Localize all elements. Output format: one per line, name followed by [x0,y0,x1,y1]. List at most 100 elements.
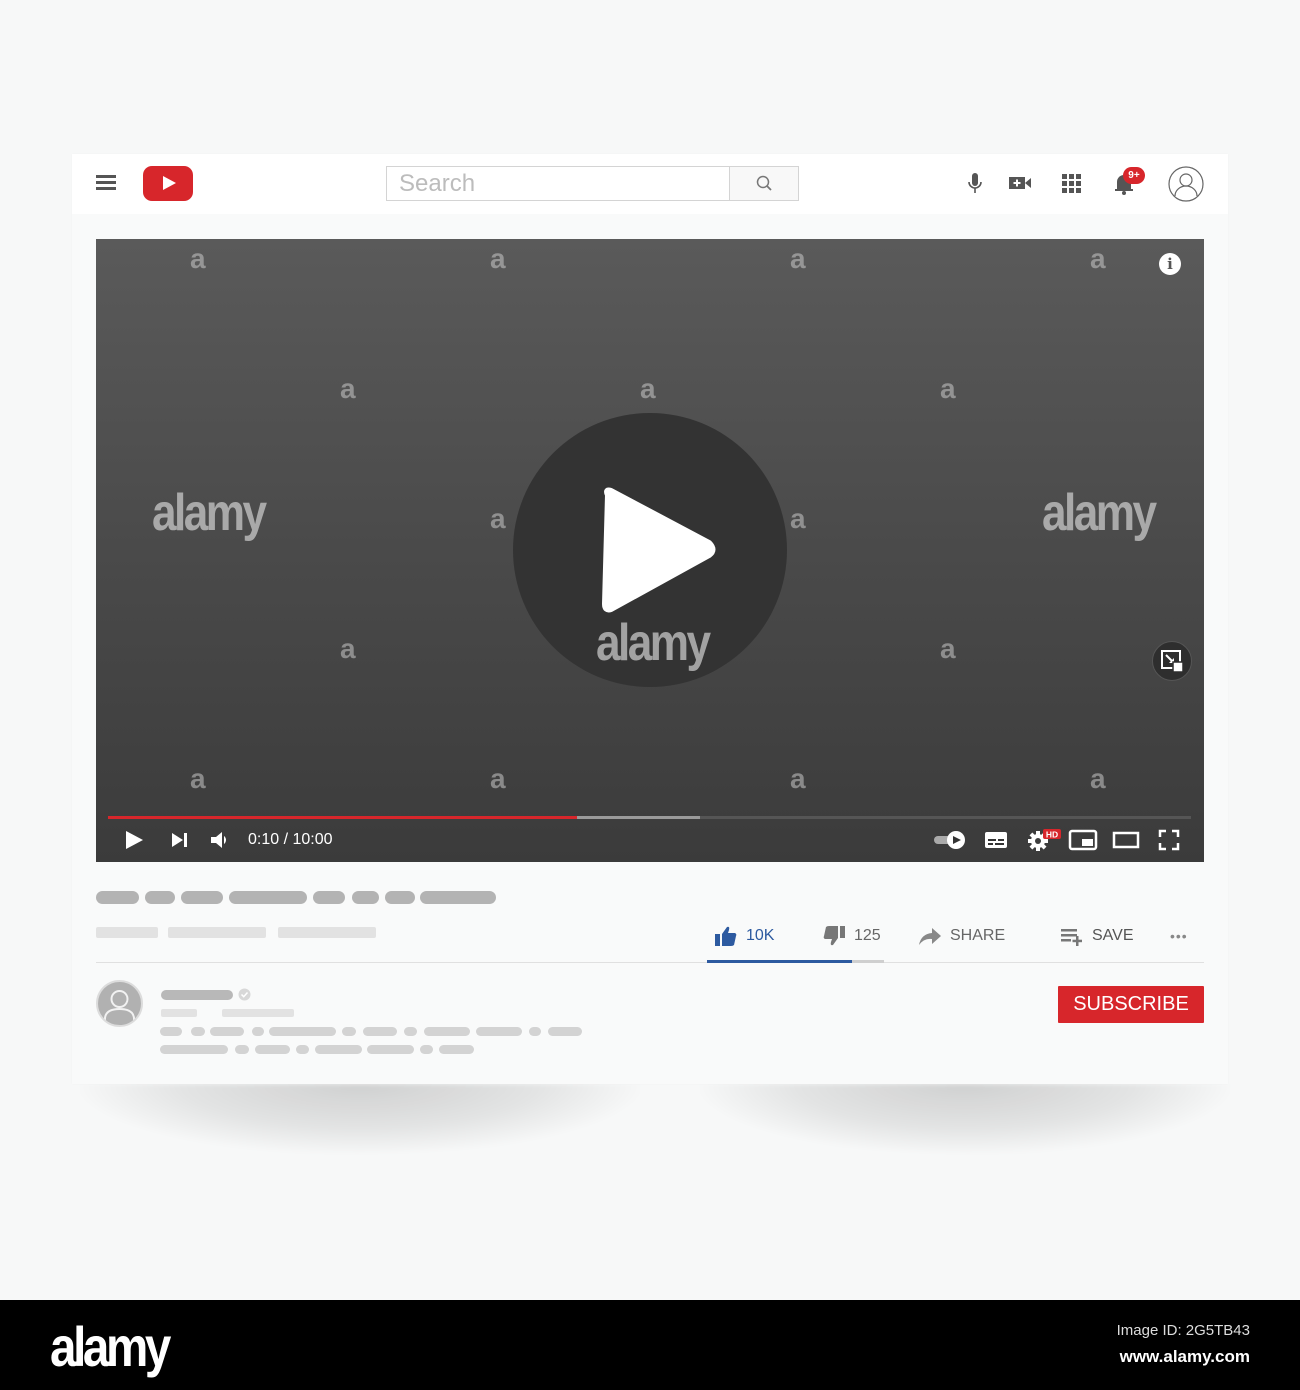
like-count: 10K [746,927,775,944]
watermark-glyph: a [490,503,506,534]
volume-icon[interactable] [208,828,232,852]
progress-played [108,816,577,819]
description-skeleton [191,1027,205,1036]
thumbs-down-icon [823,926,845,946]
subscriber-count-skeleton [161,1009,197,1017]
watermark-glyph: a [940,373,956,404]
subscriber-count-skeleton [222,1009,294,1017]
next-icon[interactable] [168,828,192,852]
title-skeleton [352,891,379,904]
miniplayer-icon[interactable] [1068,828,1098,852]
share-button[interactable]: SHARE [918,924,1005,948]
user-icon [104,990,135,1025]
title-skeleton [313,891,345,904]
more-actions-icon[interactable]: ••• [1170,924,1188,948]
top-bar: 9+ [72,154,1228,214]
dislike-button[interactable]: 125 [822,924,881,948]
views-skeleton [96,927,158,938]
microphone-icon[interactable] [960,168,990,198]
autoplay-toggle-icon[interactable] [932,828,968,852]
theater-mode-icon[interactable] [1112,828,1140,852]
like-button[interactable]: 10K [714,924,774,948]
image-id: Image ID: 2G5TB43 [1116,1322,1250,1339]
card-shadow-left [80,1084,640,1154]
dislike-count: 125 [854,927,881,944]
search-input[interactable] [387,167,730,200]
description-skeleton [404,1027,417,1036]
description-skeleton [342,1027,356,1036]
watermark-glyph: a [190,763,206,794]
watermark-glyph: a [790,243,806,274]
description-skeleton [367,1045,414,1054]
description-skeleton [529,1027,541,1036]
play-icon[interactable] [122,828,146,852]
description-skeleton [235,1045,249,1054]
account-avatar-icon[interactable] [1168,166,1204,202]
description-skeleton [315,1045,362,1054]
fullscreen-icon[interactable] [1157,828,1181,852]
channel-avatar[interactable] [96,980,143,1027]
watermark-glyph: a [490,763,506,794]
share-label: SHARE [950,927,1006,944]
date-skeleton [278,927,376,938]
title-skeleton [96,891,139,904]
share-arrow-icon [919,928,941,945]
watermark-glyph: a [790,763,806,794]
subscribe-button[interactable]: SUBSCRIBE [1058,986,1204,1023]
description-skeleton [548,1027,582,1036]
site-url: www.alamy.com [1119,1347,1250,1366]
description-skeleton [269,1027,336,1036]
youtube-window: 9+ a a a a a a a a a a a a a a a alamy a… [72,154,1228,1084]
watermark-glyph: a [1090,763,1106,794]
title-skeleton [181,891,223,904]
subtitles-icon[interactable] [984,828,1008,852]
description-skeleton [255,1045,290,1054]
settings-icon[interactable]: HD [1026,828,1066,852]
title-skeleton [385,891,415,904]
apps-grid-icon[interactable] [1056,168,1086,198]
search-button[interactable] [729,166,799,201]
stock-footer: alamy Image ID: 2G5TB43 www.alamy.com [0,1300,1300,1390]
description-skeleton [363,1027,397,1036]
alamy-logo: alamy [50,1315,171,1378]
watermark-glyph: a [940,633,956,664]
video-player[interactable]: a a a a a a a a a a a a a a a alamy alam… [96,239,1204,862]
hd-badge: HD [1046,830,1058,840]
time-display: 0:10 / 10:00 [248,831,333,848]
divider [96,962,1204,963]
description-skeleton [296,1045,309,1054]
hamburger-menu-icon[interactable] [96,175,116,191]
create-video-icon[interactable] [1005,168,1035,198]
watermark-glyph: a [1090,243,1106,274]
info-icon[interactable]: i [1159,253,1181,275]
description-skeleton [476,1027,522,1036]
verified-check-icon [238,988,251,1001]
thumbs-up-icon [715,926,737,946]
like-ratio-bar [707,960,853,963]
watermark-glyph: a [340,373,356,404]
description-skeleton [439,1045,474,1054]
title-skeleton [145,891,175,904]
page-background: 9+ a a a a a a a a a a a a a a a alamy a… [0,0,1300,1300]
description-skeleton [160,1027,182,1036]
watermark-text: alamy [1042,484,1157,542]
description-skeleton [252,1027,264,1036]
watermark-text: alamy [152,484,267,542]
save-button[interactable]: SAVE [1060,924,1134,948]
title-skeleton [229,891,307,904]
watermark-glyph: a [190,243,206,274]
save-label: SAVE [1092,927,1134,944]
card-shadow-right [700,1084,1230,1154]
dislike-ratio-bar [852,960,884,963]
notification-badge: 9+ [1123,167,1145,184]
channel-name-skeleton [161,990,233,1000]
title-skeleton [420,891,496,904]
description-skeleton [420,1045,433,1054]
watermark-glyph: a [490,243,506,274]
miniplayer-icon[interactable] [1152,641,1192,681]
youtube-logo-icon[interactable] [143,166,193,201]
playlist-add-icon [1061,929,1082,946]
watermark-glyph: a [790,503,806,534]
progress-bar[interactable] [108,816,1191,819]
description-skeleton [424,1027,470,1036]
